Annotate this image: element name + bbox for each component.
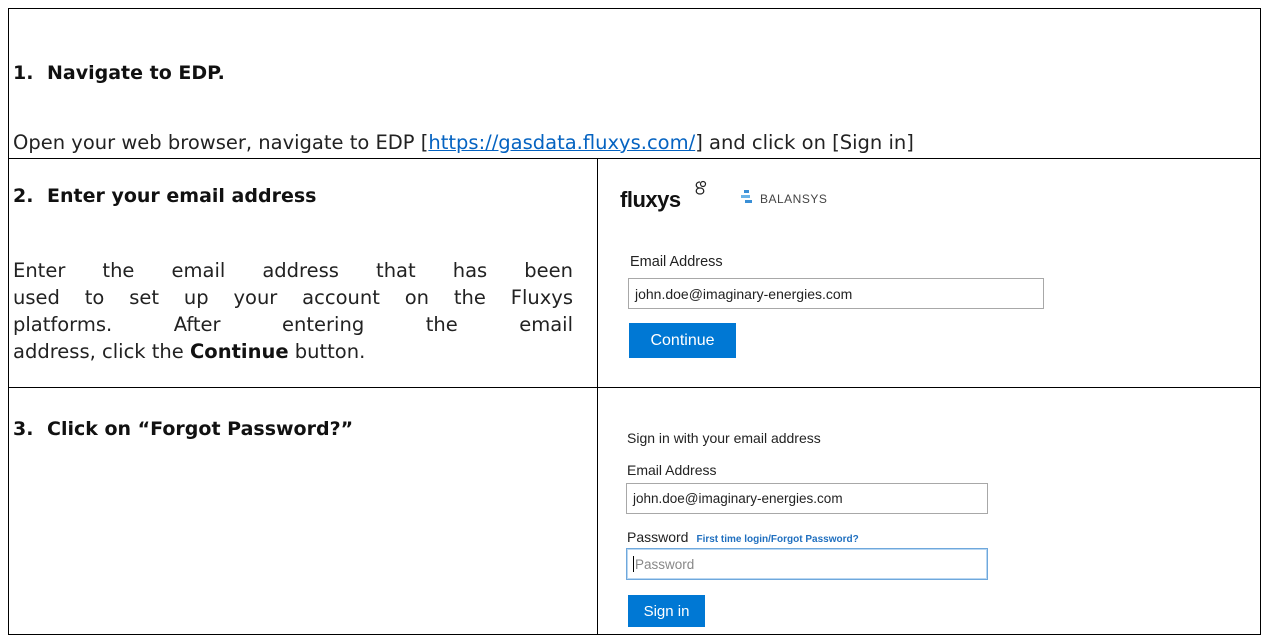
email-label-2: Email Address: [627, 462, 717, 478]
fluxys-logo: fluxys: [620, 187, 681, 212]
password-label: Password: [627, 529, 689, 545]
column-divider: [597, 158, 598, 634]
password-field[interactable]: Password: [626, 548, 988, 580]
forgot-password-link[interactable]: First time login/Forgot Password?: [696, 534, 858, 545]
text-cursor: [633, 556, 634, 572]
step-3-number: 3.: [13, 418, 34, 440]
signin-heading: Sign in with your email address: [627, 430, 821, 446]
signin-button[interactable]: Sign in: [628, 595, 705, 627]
password-label-row: Password First time login/Forgot Password…: [627, 529, 859, 545]
step-3-title: Click on “Forgot Password?”: [47, 418, 354, 440]
balansys-logo-mark-icon: [740, 189, 754, 205]
edp-link[interactable]: https://gasdata.fluxys.com/: [428, 131, 695, 154]
fluxys-logo-mark-icon: [695, 180, 707, 195]
step-1-text-before: Open your web browser, navigate to EDP [: [13, 131, 429, 154]
step-2-heading: 2. Enter your email address: [13, 185, 316, 207]
row-divider-2: [9, 387, 1260, 388]
step-2-title: Enter your email address: [47, 185, 317, 207]
step-2-line-1: Enter the email address that has been: [13, 259, 573, 282]
step-1-title: Navigate to EDP.: [47, 62, 225, 84]
step-2-line-3: platforms. After entering the email: [13, 313, 573, 336]
continue-emphasis: Continue: [189, 340, 289, 363]
step-1-instruction: Open your web browser, navigate to EDP […: [13, 131, 914, 154]
step-2-instruction: Enter the email address that has been us…: [13, 257, 573, 365]
continue-button[interactable]: Continue: [629, 323, 736, 358]
step-2-line-4-before: address, click the: [13, 340, 190, 363]
password-placeholder: Password: [635, 556, 695, 572]
email-label-1: Email Address: [630, 254, 723, 270]
step-1-heading: 1. Navigate to EDP.: [13, 62, 225, 84]
balansys-logo: BALANSYS: [760, 192, 828, 206]
step-2-line-4-after: button.: [288, 340, 366, 363]
step-2-line-2: used to set up your account on the Fluxy…: [13, 286, 573, 309]
step-2-number: 2.: [13, 185, 34, 207]
row-divider-1: [9, 158, 1260, 159]
email-field-2[interactable]: john.doe@imaginary-energies.com: [626, 483, 988, 514]
step-2-line-4: address, click the Continue button.: [13, 338, 573, 365]
step-1-number: 1.: [13, 62, 34, 84]
step-3-heading: 3. Click on “Forgot Password?”: [13, 418, 353, 440]
step-1-text-after: ] and click on [Sign in]: [695, 131, 914, 154]
email-field-1[interactable]: john.doe@imaginary-energies.com: [628, 278, 1044, 309]
